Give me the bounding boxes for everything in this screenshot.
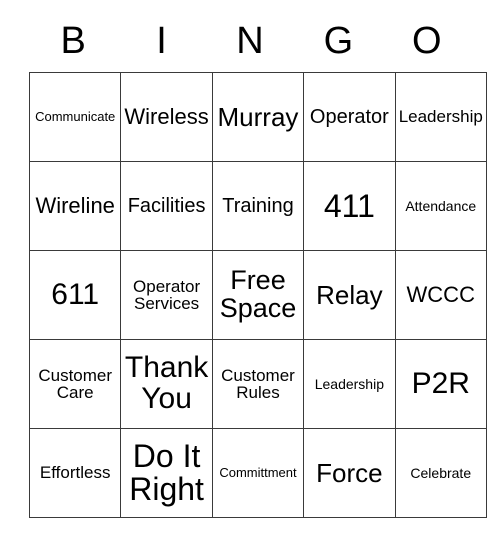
bingo-cell[interactable]: Thank You (120, 339, 213, 429)
bingo-cell[interactable]: Celebrate (394, 428, 487, 518)
bingo-cell[interactable]: Wireless (120, 72, 213, 162)
bingo-header-letter-b: B (60, 20, 86, 62)
bingo-cell[interactable]: Facilities (120, 161, 213, 251)
bingo-cell[interactable]: Relay (303, 250, 396, 340)
bingo-row: 611 Operator Services Free Space Relay W… (28, 250, 487, 340)
bingo-cell[interactable]: 611 (28, 250, 122, 340)
bingo-cell[interactable]: Attendance (394, 161, 487, 251)
bingo-cell-label: Customer Rules (221, 365, 295, 402)
bingo-cell[interactable]: Leadership (394, 72, 487, 162)
bingo-row: Wireline Facilities Training 411 Attenda… (28, 161, 487, 251)
bingo-cell[interactable]: Operator (303, 72, 396, 162)
bingo-cell-label: Effortless (39, 463, 111, 483)
bingo-cell-label: Communicate (35, 109, 116, 125)
bingo-row: Communicate Wireless Murray Operator Lea… (28, 72, 487, 162)
bingo-cell-label: Operator (309, 105, 389, 128)
bingo-cell-label: Customer Care (38, 365, 113, 402)
bingo-cell-label: Leadership (398, 107, 483, 127)
bingo-cell-label: Relay (316, 279, 383, 310)
bingo-cell-label: Thank You (124, 351, 209, 415)
bingo-cell-label: Celebrate (410, 464, 472, 481)
bingo-cell-label: Wireless (124, 103, 209, 129)
bingo-cell[interactable]: Communicate (28, 72, 122, 162)
bingo-row: Effortless Do It Right Committment Force… (28, 428, 487, 518)
bingo-cell-free-space[interactable]: Free Space (211, 250, 305, 340)
bingo-header-letter-n: N (236, 20, 264, 62)
bingo-header-letter-i: I (156, 20, 167, 62)
bingo-cell-label: 411 (323, 187, 375, 224)
bingo-cell[interactable]: Leadership (303, 339, 396, 429)
bingo-row: Customer Care Thank You Customer Rules L… (28, 339, 487, 429)
bingo-cell[interactable]: 411 (303, 161, 396, 251)
bingo-grid: Communicate Wireless Murray Operator Lea… (28, 72, 487, 518)
bingo-cell-label: Committment (219, 465, 297, 481)
bingo-header-row: B I N G O (29, 10, 471, 72)
bingo-cell[interactable]: Wireline (28, 161, 122, 251)
bingo-cell-label: Facilities (127, 194, 206, 217)
bingo-card: B I N G O Communicate Wireless Murray Op… (28, 10, 487, 518)
bingo-cell-label: Free Space (219, 265, 297, 323)
bingo-cell[interactable]: Effortless (28, 428, 122, 518)
bingo-header-letter-o: O (411, 20, 442, 62)
bingo-cell[interactable]: WCCC (394, 250, 487, 340)
bingo-cell-label: Murray (217, 101, 299, 132)
bingo-cell-label: 611 (51, 277, 100, 311)
bingo-cell-label: Attendance (405, 197, 477, 214)
bingo-cell[interactable]: Customer Rules (211, 339, 305, 429)
bingo-cell-label: Training (222, 194, 294, 217)
bingo-header-letter-g: G (323, 20, 354, 62)
bingo-cell-label: WCCC (406, 281, 475, 307)
bingo-cell-label: Operator Services (133, 276, 201, 313)
bingo-cell[interactable]: Operator Services (120, 250, 213, 340)
bingo-cell[interactable]: Training (211, 161, 305, 251)
bingo-cell[interactable]: Do It Right (120, 428, 213, 518)
bingo-cell-label: Leadership (314, 375, 384, 392)
bingo-cell-label: Do It Right (129, 438, 204, 507)
bingo-cell-label: Force (316, 457, 383, 488)
bingo-cell[interactable]: Force (303, 428, 396, 518)
bingo-cell[interactable]: Murray (211, 72, 305, 162)
bingo-cell[interactable]: Customer Care (28, 339, 122, 429)
bingo-cell[interactable]: Committment (211, 428, 305, 518)
bingo-cell-label: Wireline (35, 192, 115, 218)
bingo-cell-label: P2R (411, 366, 470, 400)
bingo-cell[interactable]: P2R (394, 339, 487, 429)
